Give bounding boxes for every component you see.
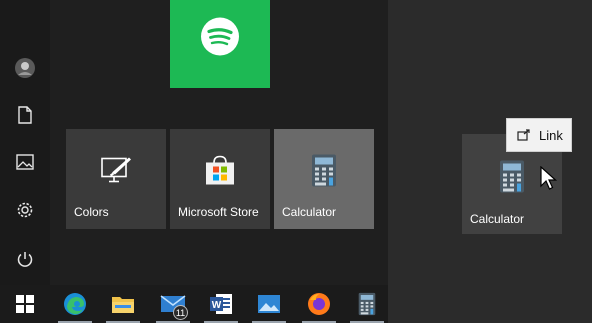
mail-unread-badge: 11 (173, 305, 188, 320)
taskbar: 11 W (0, 285, 388, 323)
user-avatar-button[interactable] (0, 48, 50, 88)
taskbar-word[interactable]: W (198, 285, 244, 323)
tile-spotify[interactable] (170, 0, 270, 88)
spotify-icon (201, 17, 239, 56)
documents-button[interactable] (0, 95, 50, 135)
avatar (15, 58, 35, 78)
calculator-icon (500, 160, 524, 193)
tile-label: Colors (74, 205, 109, 219)
settings-button[interactable] (0, 190, 50, 230)
calculator-icon (312, 154, 336, 187)
tile-calculator[interactable]: Calculator (274, 129, 374, 229)
settings-icon (17, 202, 33, 218)
taskbar-calculator[interactable] (344, 285, 390, 323)
colors-icon (101, 157, 131, 183)
tile-colors[interactable]: Colors (66, 129, 166, 229)
pictures-button[interactable] (0, 142, 50, 182)
calculator-icon (358, 292, 376, 316)
taskbar-mail[interactable]: 11 (150, 285, 196, 323)
drag-link-tooltip: Link (506, 118, 572, 152)
link-icon (517, 129, 530, 141)
svg-text:W: W (212, 300, 222, 311)
drag-link-label: Link (539, 127, 563, 143)
store-icon (206, 155, 234, 185)
taskbar-edge[interactable] (52, 285, 98, 323)
tile-microsoft-store[interactable]: Microsoft Store (170, 129, 270, 229)
file-explorer-icon (112, 297, 134, 313)
taskbar-photos[interactable] (246, 285, 292, 323)
dragged-tile-label: Calculator (470, 212, 525, 226)
taskbar-file-explorer[interactable] (100, 285, 146, 323)
edge-icon (64, 293, 86, 315)
power-button[interactable] (0, 239, 50, 279)
tile-label: Calculator (282, 205, 337, 219)
document-icon (18, 106, 32, 124)
word-icon: W (210, 294, 232, 314)
taskbar-firefox[interactable] (296, 285, 342, 323)
power-icon (17, 252, 33, 267)
mouse-cursor-icon (540, 166, 558, 190)
photos-icon (258, 295, 280, 313)
start-button[interactable] (2, 285, 48, 323)
windows-start-icon (16, 295, 34, 313)
start-rail (0, 0, 50, 285)
firefox-icon (308, 293, 330, 315)
tile-label: Microsoft Store (178, 205, 259, 219)
pictures-icon (16, 154, 34, 170)
